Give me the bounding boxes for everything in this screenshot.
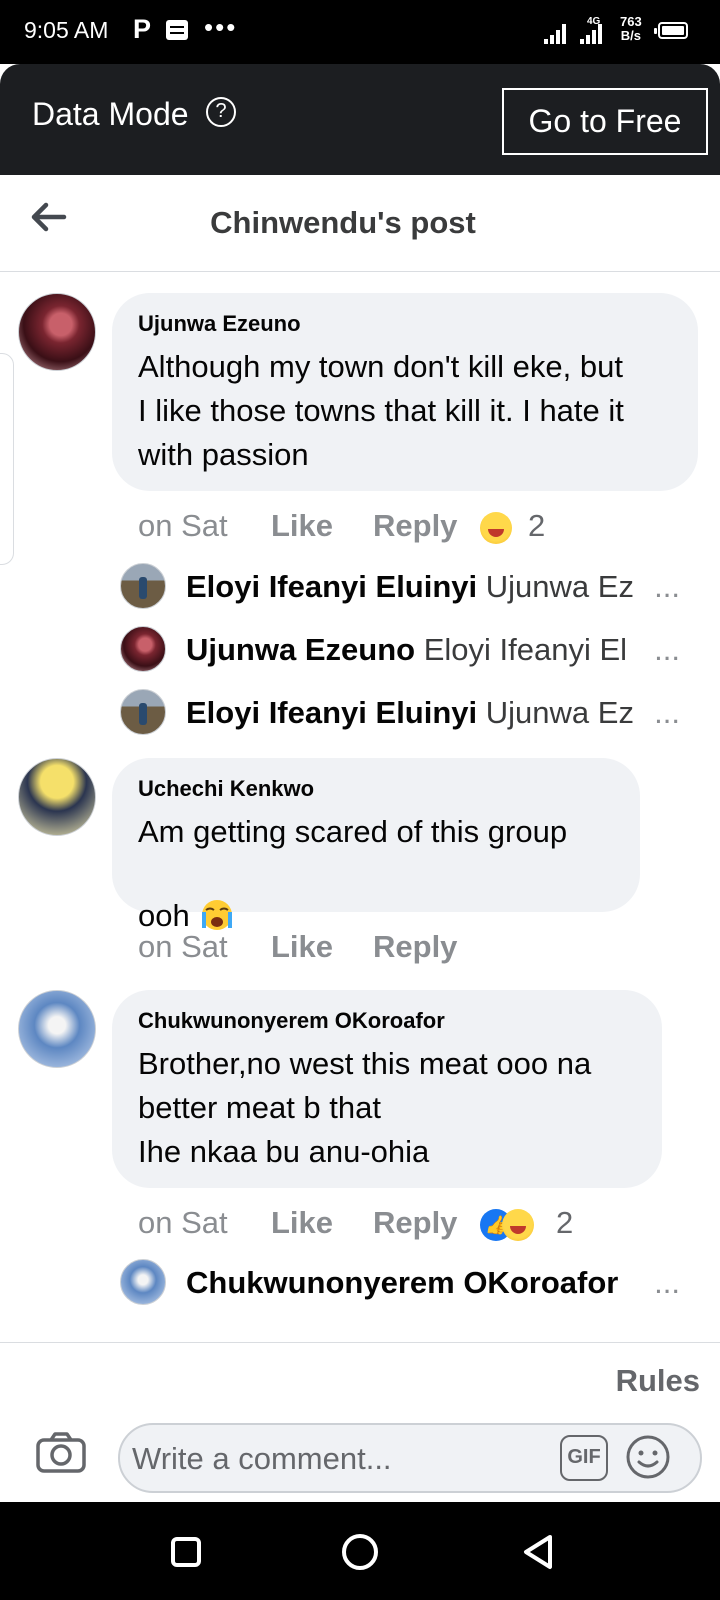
avatar[interactable] xyxy=(120,626,166,672)
signal-icon-2 xyxy=(580,22,604,44)
reply-author: Eloyi Ifeanyi Eluinyi xyxy=(186,695,478,730)
reply-button[interactable]: Reply xyxy=(373,508,457,544)
reply-button[interactable]: Reply xyxy=(373,1205,457,1241)
go-to-free-button[interactable]: Go to Free xyxy=(502,88,708,155)
gif-icon[interactable]: GIF xyxy=(560,1435,608,1481)
reply-preview-row[interactable]: Eloyi Ifeanyi Eluinyi Ujunwa Ez ... xyxy=(120,561,680,611)
comments-feed[interactable]: Ujunwa Ezeuno Although my town don't kil… xyxy=(0,273,720,1341)
reaction-count[interactable]: 2 xyxy=(528,508,545,544)
comment-text-wrap: Am getting scared of this group ooh xyxy=(138,810,614,938)
data-mode-label: Data Mode xyxy=(32,96,189,132)
reaction-count[interactable]: 2 xyxy=(556,1205,573,1241)
like-button[interactable]: Like xyxy=(271,929,333,965)
like-button[interactable]: Like xyxy=(271,1205,333,1241)
parking-notification-icon: P xyxy=(133,14,152,44)
network-speed: 763 B/s xyxy=(620,15,642,43)
page-title: Chinwendu's post xyxy=(210,205,476,240)
comment-time: on Sat xyxy=(138,1205,228,1240)
reply-author-wrap: Eloyi Ifeanyi Eluinyi Ujunwa Ez xyxy=(186,569,634,605)
message-notification-icon xyxy=(166,20,188,40)
reply-preview-text: Eloyi Ifeanyi El xyxy=(423,632,628,667)
data-mode-bar: Data Mode ? Go to Free xyxy=(0,64,720,175)
laugh-reaction-icon[interactable] xyxy=(502,1209,534,1241)
comment-text: Brother,no west this meat ooo na better … xyxy=(138,1046,592,1169)
post-header: Chinwendu's post xyxy=(0,175,720,272)
battery-icon xyxy=(654,22,688,39)
home-icon[interactable] xyxy=(342,1534,378,1570)
reply-author: Chukwunonyerem OKoroafor xyxy=(186,1265,619,1300)
reply-author: Ujunwa Ezeuno xyxy=(186,632,416,667)
side-panel-edge xyxy=(0,353,14,565)
comment-author[interactable]: Uchechi Kenkwo xyxy=(138,776,614,802)
avatar[interactable] xyxy=(18,293,96,371)
comment-author[interactable]: Ujunwa Ezeuno xyxy=(138,311,672,337)
reply-author-wrap: Ujunwa Ezeuno Eloyi Ifeanyi El xyxy=(186,632,627,668)
reply-preview-text: Ujunwa Ez xyxy=(485,569,634,604)
avatar[interactable] xyxy=(18,990,96,1068)
like-button[interactable]: Like xyxy=(271,508,333,544)
rules-link[interactable]: Rules xyxy=(616,1363,700,1399)
signal-icon xyxy=(544,22,568,44)
comment-actions: on Sat Like Reply 👍 2 xyxy=(138,1205,698,1245)
question-circle-icon[interactable]: ? xyxy=(206,97,236,127)
comment-bubble[interactable]: Ujunwa Ezeuno Although my town don't kil… xyxy=(112,293,698,491)
comment-time: on Sat xyxy=(138,929,228,964)
smiley-icon[interactable] xyxy=(625,1434,671,1480)
comment-actions: on Sat Like Reply 2 xyxy=(138,508,698,548)
recent-apps-icon[interactable] xyxy=(171,1537,201,1567)
back-triangle-icon[interactable] xyxy=(518,1532,558,1572)
comment-placeholder: Write a comment... xyxy=(132,1441,392,1476)
reply-author-wrap: Eloyi Ifeanyi Eluinyi Ujunwa Ez xyxy=(186,695,634,731)
reply-button[interactable]: Reply xyxy=(373,929,457,965)
reply-ellipsis: ... xyxy=(652,569,680,605)
laugh-reaction-icon[interactable] xyxy=(480,512,512,544)
more-notifications-icon: ••• xyxy=(204,12,238,42)
status-time: 9:05 AM xyxy=(24,17,109,43)
avatar[interactable] xyxy=(120,689,166,735)
comment-input[interactable]: Write a comment... GIF xyxy=(118,1423,702,1493)
comment-composer: Rules Write a comment... GIF xyxy=(0,1342,720,1493)
reply-ellipsis: ... xyxy=(652,632,680,668)
reply-preview-row[interactable]: Chukwunonyerem OKoroafor ... xyxy=(120,1257,680,1307)
reply-preview-row[interactable]: Eloyi Ifeanyi Eluinyi Ujunwa Ez ... xyxy=(120,687,680,737)
comment-time: on Sat xyxy=(138,508,228,543)
comment-author[interactable]: Chukwunonyerem OKoroafor xyxy=(138,1008,636,1034)
speed-value: 763 xyxy=(620,14,642,29)
comment-text: Although my town don't kill eke, but I l… xyxy=(138,349,624,472)
speed-unit: B/s xyxy=(620,28,641,43)
reply-author: Eloyi Ifeanyi Eluinyi xyxy=(186,569,478,604)
system-nav-bar xyxy=(0,1502,720,1600)
reply-ellipsis: ... xyxy=(652,695,680,731)
status-bar: 9:05 AM P ••• 4G 763 B/s xyxy=(0,0,720,64)
reply-preview-row[interactable]: Ujunwa Ezeuno Eloyi Ifeanyi El ... xyxy=(120,624,680,674)
comment-actions: on Sat Like Reply xyxy=(138,929,698,969)
crying-emoji-icon xyxy=(198,854,236,930)
avatar[interactable] xyxy=(120,563,166,609)
comment-bubble[interactable]: Chukwunonyerem OKoroafor Brother,no west… xyxy=(112,990,662,1188)
comment-bubble[interactable]: Uchechi Kenkwo Am getting scared of this… xyxy=(112,758,640,933)
camera-icon[interactable] xyxy=(36,1431,86,1473)
reply-preview-text: Ujunwa Ez xyxy=(485,695,634,730)
avatar[interactable] xyxy=(120,1259,166,1305)
avatar[interactable] xyxy=(18,758,96,836)
reply-ellipsis: ... xyxy=(652,1265,680,1301)
